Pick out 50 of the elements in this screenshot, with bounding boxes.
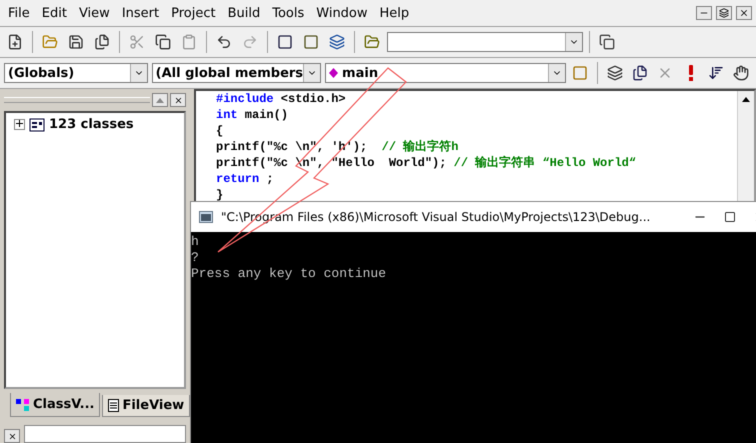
- code-line: }: [216, 187, 224, 203]
- sort-icon: [708, 65, 724, 81]
- undo-icon: [216, 34, 232, 50]
- exclamation-icon: [688, 65, 694, 81]
- restore-button[interactable]: [716, 6, 732, 20]
- minimize-button[interactable]: [696, 6, 712, 20]
- panel-tab[interactable]: ClassV...: [10, 393, 100, 417]
- classes-icon: [29, 118, 45, 132]
- console-icon: [199, 211, 213, 223]
- close-icon: [174, 96, 182, 104]
- triangle-up-icon: [156, 98, 164, 102]
- save-icon: [68, 34, 84, 50]
- menu-item[interactable]: Insert: [118, 4, 164, 22]
- menu-item[interactable]: Build: [224, 4, 264, 22]
- function-combo[interactable]: main: [325, 63, 566, 83]
- panel-tab[interactable]: FileView: [102, 395, 190, 417]
- menu-item[interactable]: Edit: [38, 4, 71, 22]
- close-icon: [8, 432, 16, 440]
- menu-item[interactable]: Help: [376, 4, 414, 22]
- menu-item[interactable]: Project: [167, 4, 220, 22]
- members-combo[interactable]: (All global members: [152, 63, 322, 83]
- class-view-icon: [16, 398, 30, 410]
- tree-item[interactable]: 123 classes: [14, 117, 176, 132]
- document-icon: [108, 399, 120, 412]
- open-folder-icon: [42, 34, 58, 50]
- menu-item[interactable]: Tools: [268, 4, 308, 22]
- console-line: h: [191, 234, 200, 250]
- code-line: {: [216, 123, 224, 139]
- hand-icon: [733, 65, 750, 81]
- cut-icon: [129, 34, 145, 50]
- scroll-up-icon: [742, 96, 750, 102]
- redo-icon: [242, 34, 258, 50]
- code-line: #include <stdio.h>: [216, 91, 347, 107]
- maximize-icon: [724, 211, 736, 223]
- menu-item[interactable]: File: [4, 4, 34, 22]
- copy-icon: [155, 34, 171, 50]
- menu-item[interactable]: Window: [312, 4, 372, 22]
- console-line: ?: [191, 250, 200, 266]
- new-file-icon: [7, 34, 23, 50]
- menu-item[interactable]: View: [74, 4, 114, 22]
- code-line: int main(): [216, 107, 290, 123]
- close-icon: [739, 8, 749, 18]
- code-line: return ;: [216, 171, 275, 187]
- expand-icon[interactable]: [14, 119, 25, 130]
- paste-icon: [181, 34, 197, 50]
- diamond-icon: [329, 68, 338, 78]
- console-line: Press any key to continue: [191, 266, 388, 282]
- scope-combo[interactable]: (Globals): [4, 63, 148, 83]
- find-combo[interactable]: [387, 32, 583, 52]
- save-all-icon: [94, 34, 110, 50]
